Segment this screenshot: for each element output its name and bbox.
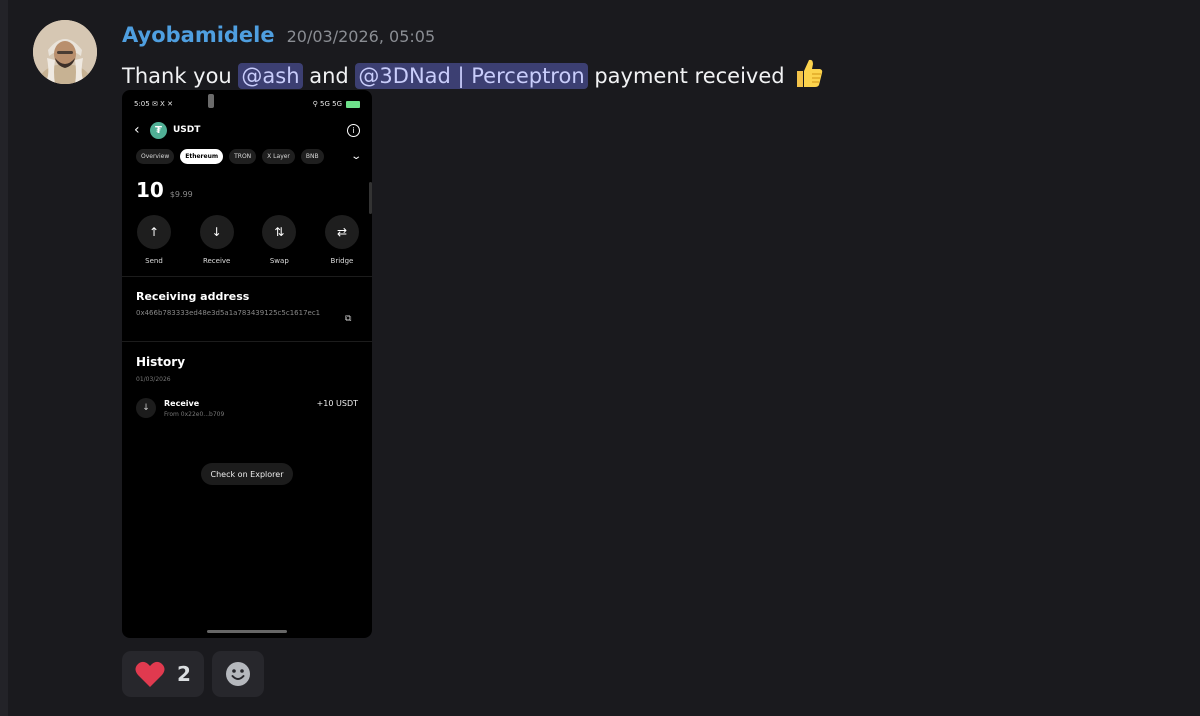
token-name: USDT [173,125,201,135]
token-actions: ↑ Send ↓ Receive ⇅ Swap ⇄ Bridge [136,215,360,265]
history-date: 01/03/2026 [136,376,171,383]
send-label: Send [145,257,163,265]
divider [122,341,372,342]
swap-label: Swap [269,257,289,265]
message-text-suffix: payment received [587,63,785,88]
info-icon[interactable]: i [347,123,360,137]
thumbs-up-icon[interactable] [791,56,825,95]
message-text-middle: and [302,63,356,88]
chip-xlayer[interactable]: X Layer [262,148,295,164]
status-icons-right: ⚲ 5G 5G [312,100,342,108]
chip-ethereum[interactable]: Ethereum [180,148,224,164]
phone-status-bar: 5:05 ✉ X ✕ ⚲ 5G 5G [134,98,360,110]
status-icons-left: ✉ X ✕ [151,100,173,108]
message-text-prefix: Thank you [122,63,239,88]
mention-ash[interactable]: @ash [238,62,303,89]
screenshot-attachment[interactable]: 5:05 ✉ X ✕ ⚲ 5G 5G ‹ ₮ USDT i Overview E… [122,90,372,638]
balance-amount: 10 [136,178,164,202]
status-icons-right-group: ⚲ 5G 5G [313,100,360,108]
bridge-button[interactable]: ⇄ Bridge [324,215,360,265]
reactions: 2 [122,651,264,697]
network-chips: Overview Ethereum TRON X Layer BNB ⌄ [136,147,362,165]
timestamp[interactable]: 20/03/2026, 05:05 [287,27,436,46]
left-strip [0,0,8,716]
home-indicator [207,630,287,633]
author-name[interactable]: Ayobamidele [122,23,275,47]
receiving-address-value: 0x466b783333ed48e3d5a1a783439125c5c1617e… [136,309,321,317]
bridge-icon: ⇄ [324,215,359,249]
tether-logo-icon: ₮ [150,121,167,139]
divider [122,276,372,277]
avatar[interactable] [33,20,97,84]
heart-icon [135,661,165,687]
balance: 10 $9.99 [136,178,193,202]
arrow-up-icon: ↑ [137,215,171,249]
transaction-row[interactable]: ↓ Receive From 0x22e0...b709 +10 USDT [136,398,358,422]
copy-icon[interactable]: ⧉ [345,314,351,324]
balance-fiat: $9.99 [169,190,193,199]
arrow-down-icon: ↓ [199,215,234,249]
tx-from: From 0x22e0...b709 [164,411,225,418]
camera-notch [208,94,214,108]
smiley-add-icon [226,662,250,686]
status-time: 5:05 [134,100,150,108]
scrollbar [369,182,372,214]
tx-name: Receive [164,399,200,408]
reaction-heart[interactable]: 2 [122,651,204,697]
chevron-down-icon[interactable]: ⌄ [350,151,362,162]
back-arrow-icon[interactable]: ‹ [134,122,148,138]
swap-button[interactable]: ⇅ Swap [261,215,297,265]
reaction-count: 2 [177,662,191,686]
receive-button[interactable]: ↓ Receive [199,215,235,265]
chat-message: Ayobamidele 20/03/2026, 05:05 Thank you … [33,18,1183,708]
check-on-explorer-button[interactable]: Check on Explorer [201,463,293,485]
message-header: Ayobamidele 20/03/2026, 05:05 [122,23,435,47]
tx-amount: +10 USDT [316,399,358,408]
battery-icon [346,100,360,108]
chip-tron[interactable]: TRON [229,148,257,164]
history-title: History [136,355,186,369]
bridge-label: Bridge [330,257,354,265]
chip-bnb[interactable]: BNB [300,148,324,164]
token-header: ‹ ₮ USDT i [134,120,360,140]
receive-label: Receive [202,257,231,265]
add-reaction-button[interactable] [212,651,264,697]
chip-overview[interactable]: Overview [136,148,175,164]
arrow-down-icon: ↓ [136,398,156,418]
status-time-group: 5:05 ✉ X ✕ [134,100,173,108]
mention-perceptron[interactable]: @3DNad | Perceptron [355,62,588,89]
swap-icon: ⇅ [262,215,297,249]
receiving-address-title: Receiving address [136,290,250,303]
send-button[interactable]: ↑ Send [136,215,172,265]
avatar-illustration [33,20,97,84]
